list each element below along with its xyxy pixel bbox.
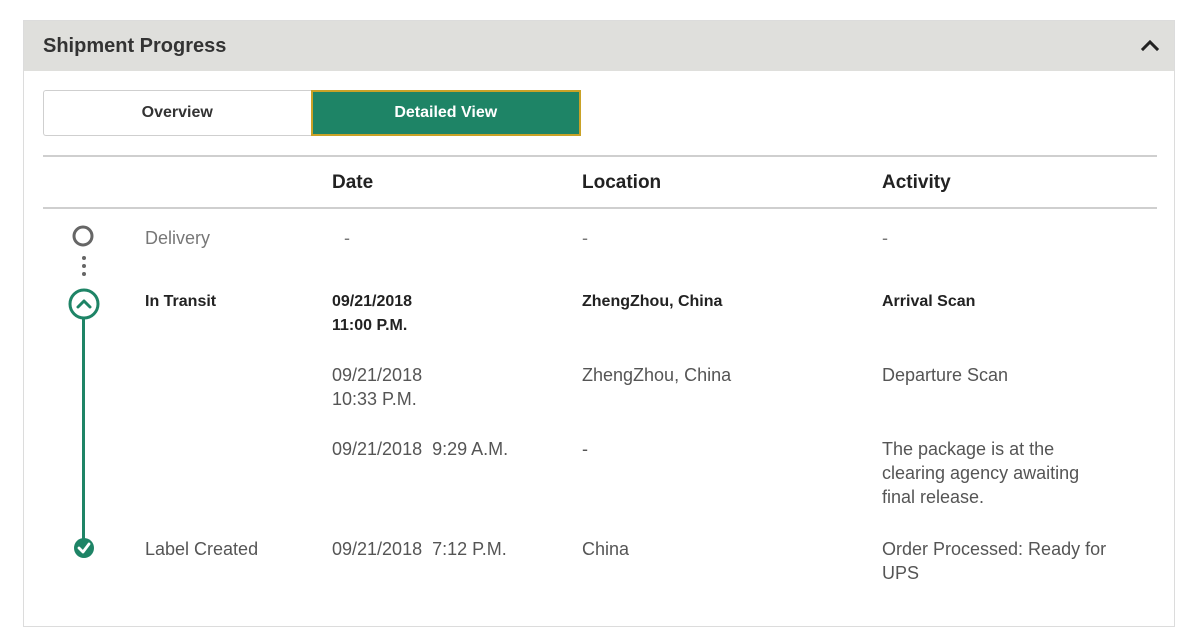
row-activity: -: [882, 228, 888, 248]
check-circle-icon: [74, 538, 94, 558]
row-activity-line: The package is at the: [882, 439, 1055, 459]
row-activity-line: Order Processed: Ready for: [882, 539, 1107, 559]
row-activity-line: UPS: [882, 563, 920, 583]
table-top-divider: [43, 155, 1157, 157]
column-header-activity: Activity: [882, 172, 951, 193]
timeline-dot: [82, 264, 86, 268]
row-status: In Transit: [145, 293, 217, 310]
collapse-button[interactable]: [1138, 33, 1162, 57]
row-location: -: [582, 228, 588, 248]
row-status: Label Created: [145, 539, 259, 559]
row-date: 09/21/2018: [332, 365, 423, 385]
timeline-dot: [82, 256, 86, 260]
row-location: -: [582, 439, 588, 459]
chevron-up-icon: [1140, 39, 1160, 52]
view-toggle: Overview Detailed View: [43, 90, 581, 136]
row-activity: Arrival Scan: [882, 293, 976, 310]
empty-circle-icon: [72, 225, 94, 247]
panel-header[interactable]: Shipment Progress: [24, 21, 1174, 71]
row-date: 09/21/2018: [332, 293, 413, 310]
row-status: Delivery: [145, 228, 211, 248]
shipment-progress-panel: Shipment Progress Overview Detailed View…: [23, 20, 1175, 627]
chevron-up-circle-icon[interactable]: [67, 287, 101, 321]
row-activity: Departure Scan: [882, 365, 1009, 385]
column-header-date: Date: [332, 172, 374, 193]
detailed-view-tab[interactable]: Detailed View: [310, 90, 581, 136]
overview-tab[interactable]: Overview: [43, 90, 311, 136]
table-header-divider: [43, 207, 1157, 209]
row-location: ZhengZhou, China: [582, 365, 732, 385]
panel-title: Shipment Progress: [43, 35, 227, 57]
timeline-dot: [82, 272, 86, 276]
row-activity-line: final release.: [882, 487, 985, 507]
row-date: -: [344, 228, 350, 248]
row-location: ZhengZhou, China: [582, 293, 723, 310]
row-time: 11:00 P.M.: [332, 317, 408, 334]
row-date: 09/21/2018 9:29 A.M.: [332, 439, 509, 459]
row-date: 09/21/2018 7:12 P.M.: [332, 539, 507, 559]
column-header-location: Location: [582, 172, 662, 193]
row-time: 10:33 P.M.: [332, 389, 417, 409]
row-location: China: [582, 539, 630, 559]
row-activity-line: clearing agency awaiting: [882, 463, 1080, 483]
timeline-line: [82, 312, 85, 540]
